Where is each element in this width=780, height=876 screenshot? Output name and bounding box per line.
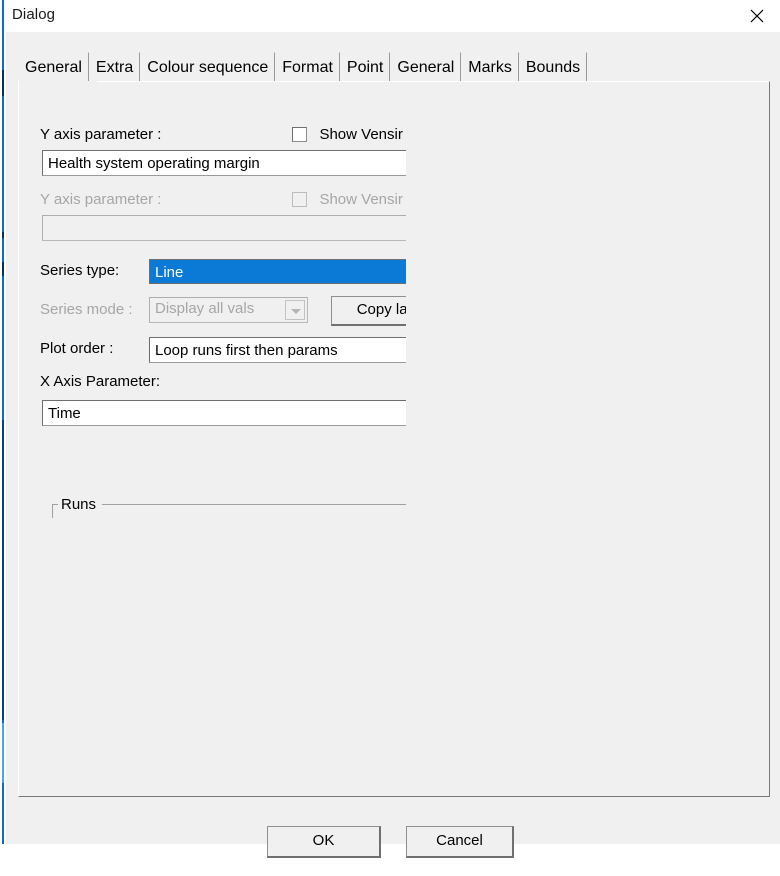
y-axis-parameter-label-secondary: Y axis parameter : bbox=[40, 191, 162, 208]
ok-button[interactable]: OK bbox=[267, 826, 381, 858]
tab-marks[interactable]: Marks bbox=[461, 52, 519, 82]
background-accent-segment bbox=[2, 70, 4, 96]
dialog-client-area: General Extra Colour sequence Format Poi… bbox=[6, 32, 780, 858]
tab-label: Bounds bbox=[525, 59, 581, 76]
series-mode-dropdown: Display all vals bbox=[149, 297, 308, 323]
group-border bbox=[102, 504, 406, 505]
y-axis-parameter-input-primary[interactable]: Health system operating margin bbox=[42, 150, 406, 176]
show-vensim-checkbox-primary[interactable]: Show Vensir bbox=[292, 126, 403, 144]
x-axis-parameter-label: X Axis Parameter: bbox=[40, 373, 161, 390]
runs-group-title: Runs bbox=[59, 496, 99, 513]
tab-format[interactable]: Format bbox=[275, 52, 340, 82]
tab-label: Extra bbox=[95, 59, 134, 76]
tab-general-primary[interactable]: General bbox=[18, 52, 89, 82]
checkbox-label: Show Vensir bbox=[319, 191, 403, 208]
show-vensim-checkbox-secondary: Show Vensir bbox=[292, 191, 403, 209]
tab-label: Format bbox=[282, 59, 333, 76]
close-icon bbox=[750, 9, 764, 23]
tab-bounds[interactable]: Bounds bbox=[518, 52, 588, 82]
checkbox-label: Show Vensir bbox=[319, 126, 403, 143]
tab-general-secondary[interactable]: General bbox=[390, 52, 462, 82]
close-button[interactable] bbox=[734, 0, 780, 32]
dialog-window: Dialog General Extra Colour sequence For… bbox=[6, 0, 780, 858]
background-accent-segment bbox=[2, 232, 4, 238]
runs-group-box: Runs bbox=[52, 496, 406, 776]
y-axis-parameter-input-secondary bbox=[42, 215, 406, 241]
tab-point[interactable]: Point bbox=[339, 52, 391, 82]
y-axis-parameter-label: Y axis parameter : bbox=[40, 126, 162, 143]
series-type-label: Series type: bbox=[40, 262, 120, 279]
checkbox-box[interactable] bbox=[292, 127, 307, 142]
cancel-button[interactable]: Cancel bbox=[406, 826, 514, 858]
x-axis-parameter-input[interactable]: Time bbox=[42, 400, 406, 426]
background-accent-segment bbox=[2, 723, 4, 783]
plot-order-label: Plot order : bbox=[40, 340, 114, 357]
tab-label: Marks bbox=[468, 59, 512, 76]
dropdown-button bbox=[285, 300, 305, 320]
general-tab-content: Y axis parameter : Show Vensir Health sy… bbox=[18, 81, 406, 797]
background-accent-segment bbox=[2, 262, 4, 276]
checkbox-box bbox=[292, 192, 307, 207]
series-mode-value: Display all vals bbox=[155, 300, 255, 317]
title-bar: Dialog bbox=[6, 0, 780, 32]
group-border bbox=[52, 504, 53, 518]
tab-strip: General Extra Colour sequence Format Poi… bbox=[18, 52, 588, 82]
tab-label: General bbox=[397, 59, 455, 76]
tab-extra[interactable]: Extra bbox=[88, 52, 141, 82]
plot-order-input[interactable]: Loop runs first then params bbox=[149, 337, 406, 363]
tab-label: General bbox=[25, 59, 82, 76]
tab-label: Colour sequence bbox=[147, 59, 269, 76]
copy-label-button[interactable]: Copy labe bbox=[331, 296, 406, 326]
series-mode-label: Series mode : bbox=[40, 301, 133, 318]
series-type-input[interactable]: Line bbox=[149, 259, 406, 284]
window-title: Dialog bbox=[12, 6, 56, 23]
background-accent-segment bbox=[2, 420, 4, 720]
tab-label: Point bbox=[346, 59, 384, 76]
dialog-button-row: OK Cancel bbox=[6, 797, 780, 876]
chevron-down-icon bbox=[291, 309, 301, 314]
tab-colour-sequence[interactable]: Colour sequence bbox=[140, 52, 276, 82]
